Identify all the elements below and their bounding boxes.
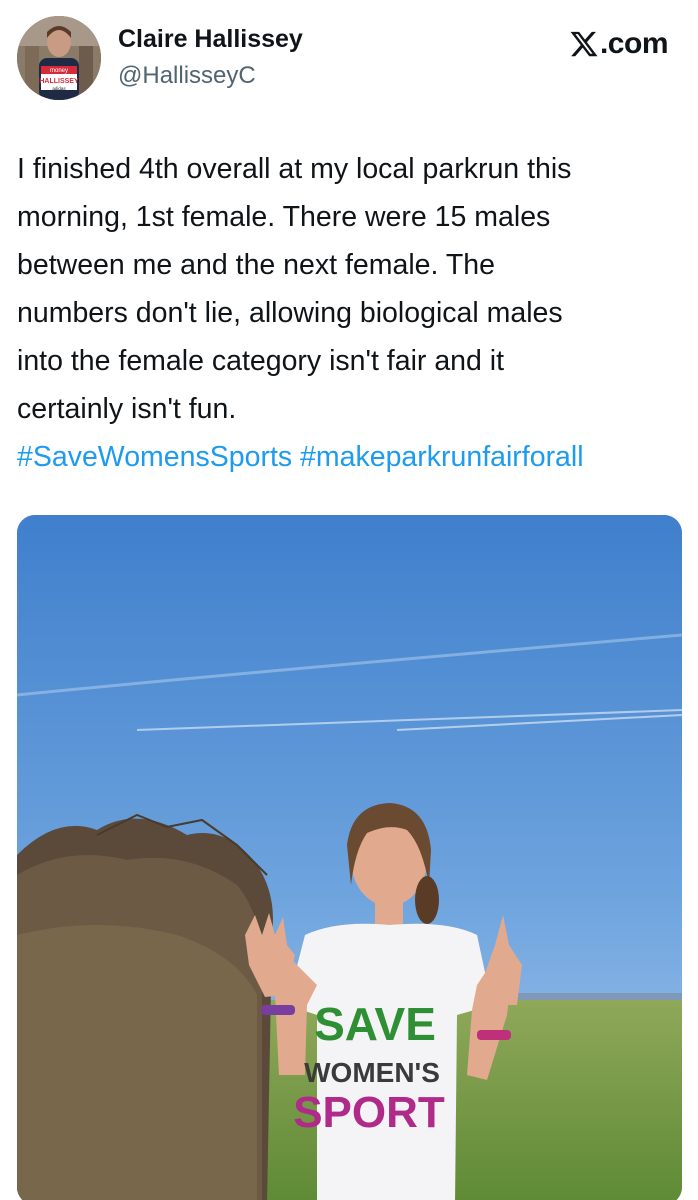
shirt-text-womens: WOMEN'S [304, 1057, 440, 1088]
x-logo-icon [569, 29, 599, 59]
tweet-text-line: morning, 1st female. There were 15 males [17, 201, 551, 233]
hashtag-link[interactable]: #makeparkrunfairforall [300, 441, 584, 473]
tweet-text: I finished 4th overall at my local parkr… [17, 145, 677, 481]
author-handle[interactable]: @HallisseyC [118, 62, 256, 90]
tweet-photo[interactable]: SAVE WOMEN'S SPORT [17, 515, 682, 1200]
tweet-text-line: between me and the next female. The [17, 249, 495, 281]
avatar-bib-text: HALLISSEY [39, 78, 79, 85]
tweet-text-line: numbers don't lie, allowing biological m… [17, 297, 563, 329]
hashtag-line: #SaveWomensSports #makeparkrunfairforall [17, 433, 677, 481]
tweet-text-line: certainly isn't fun. [17, 393, 237, 425]
hashtag-link[interactable]: #SaveWomensSports [17, 441, 292, 473]
author-name[interactable]: Claire Hallissey [118, 25, 303, 54]
tweet-header: money HALLISSEY adidas Claire Hallissey … [0, 0, 698, 110]
shirt-text-save: SAVE [314, 998, 436, 1050]
author-avatar[interactable]: money HALLISSEY adidas [17, 16, 101, 100]
shirt-text-sport: SPORT [293, 1088, 445, 1137]
tweet-text-line: into the female category isn't fair and … [17, 345, 505, 377]
source-x-com[interactable]: .com [569, 24, 669, 64]
avatar-brand-text: money [50, 68, 68, 74]
source-label: .com [599, 27, 669, 60]
avatar-sponsor-text: adidas [52, 86, 66, 91]
tweet-text-line: I finished 4th overall at my local parkr… [17, 153, 572, 185]
